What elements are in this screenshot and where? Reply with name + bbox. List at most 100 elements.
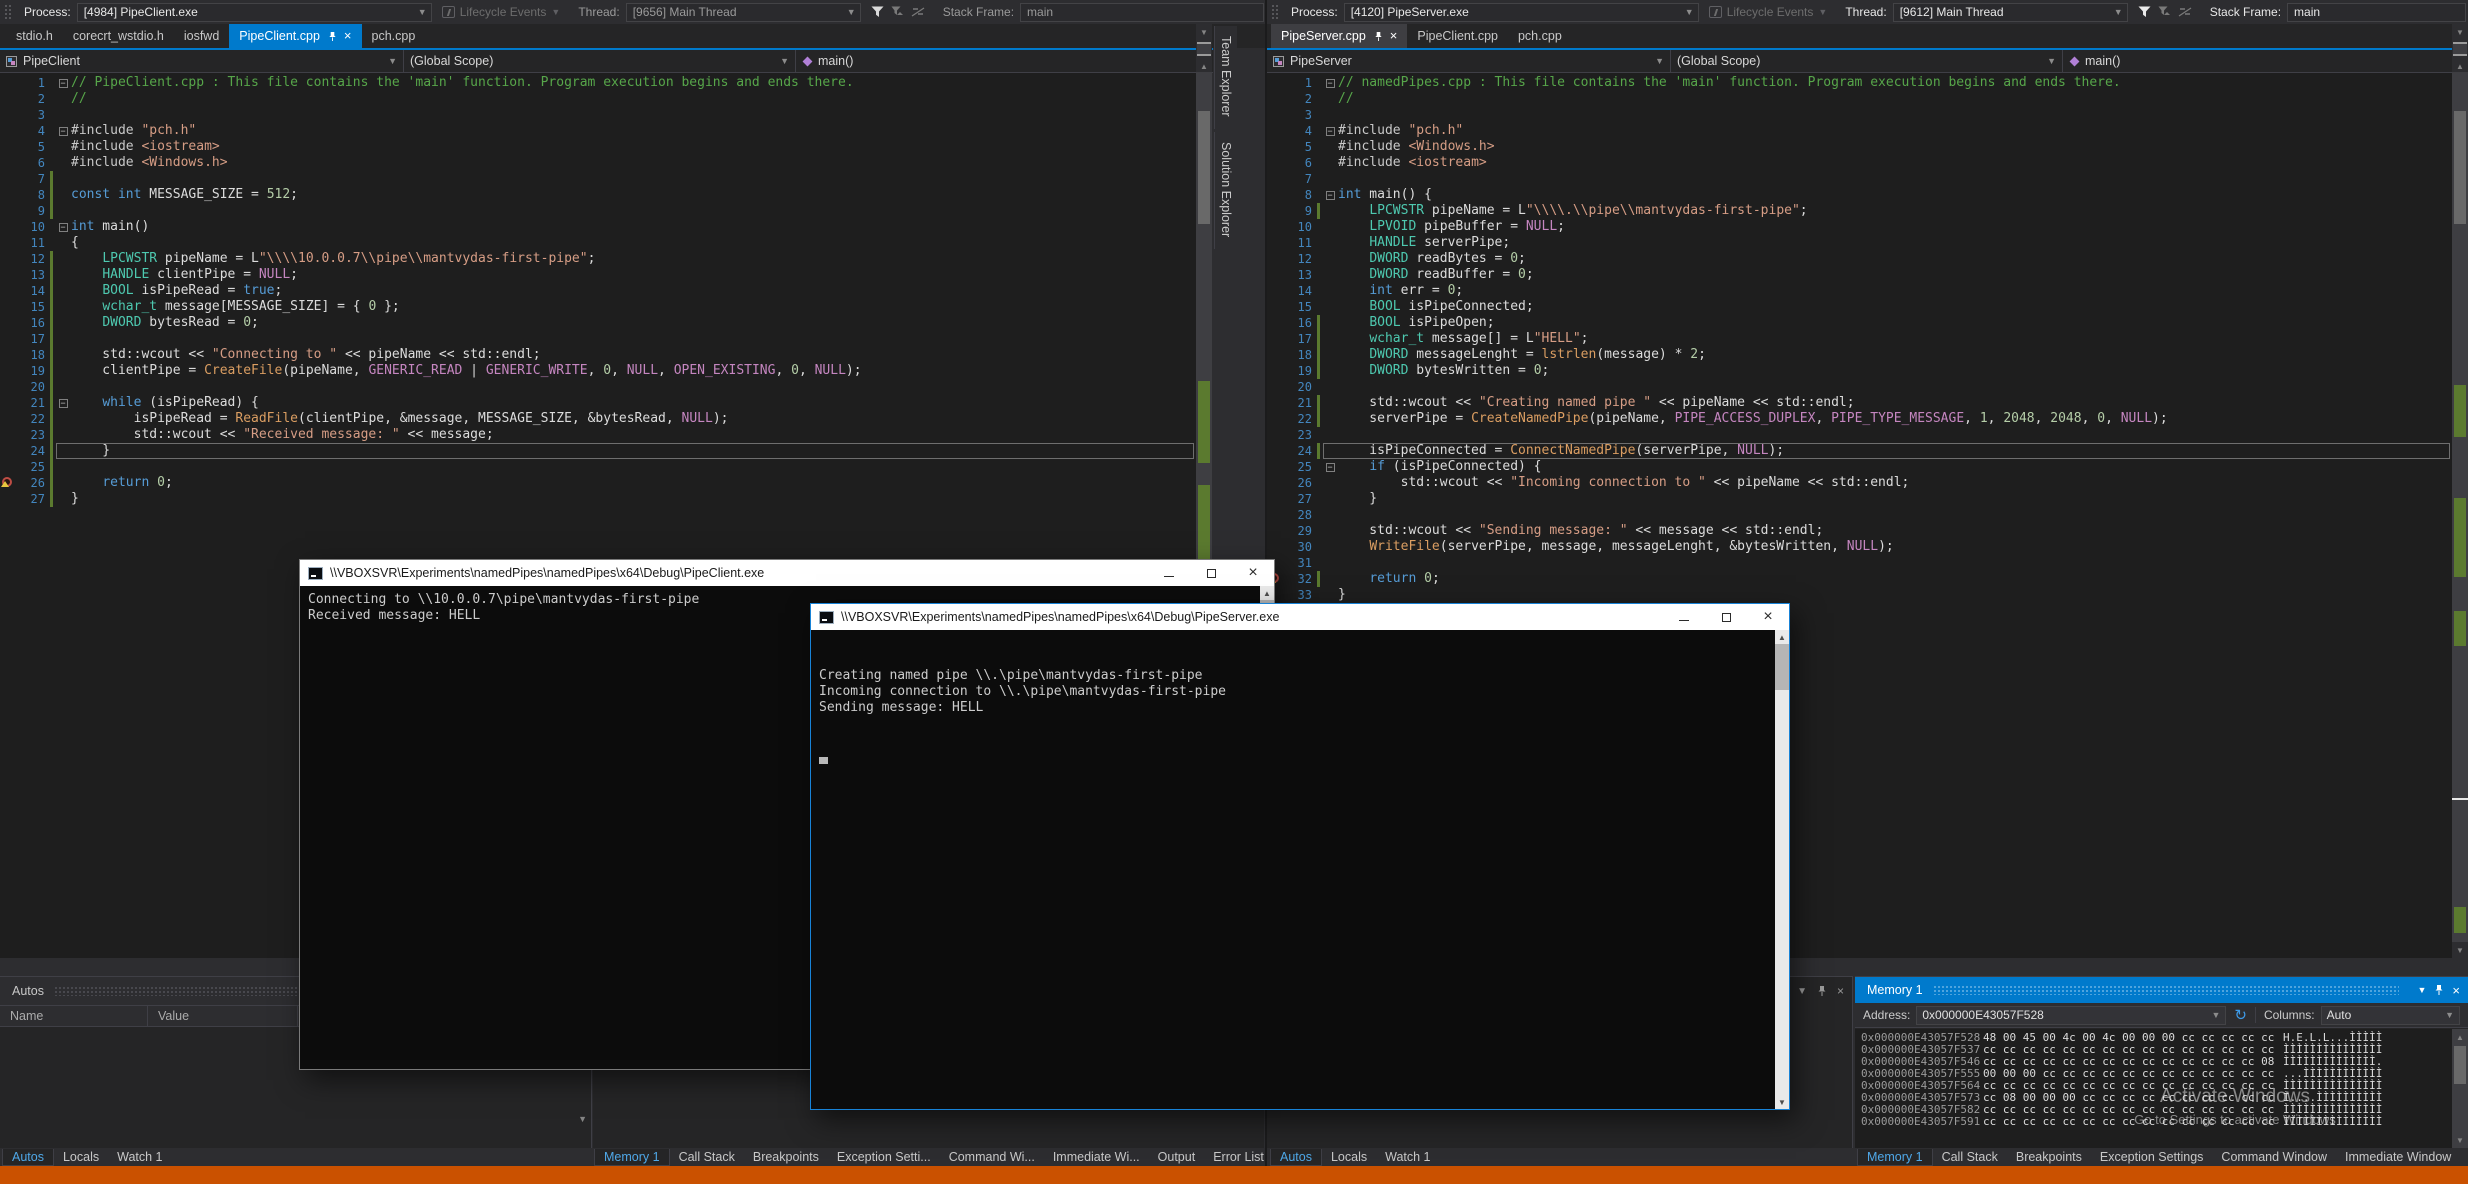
scroll-up-icon[interactable]: ▲ bbox=[1778, 630, 1786, 644]
scrollbar-thumb[interactable] bbox=[2454, 111, 2466, 224]
collapse-icon[interactable]: − bbox=[1326, 127, 1335, 136]
breakpoint-warning-icon[interactable] bbox=[2, 477, 12, 487]
filter-threads-icon[interactable] bbox=[871, 6, 884, 18]
pin-icon[interactable] bbox=[1817, 985, 1827, 997]
collapse-icon[interactable]: − bbox=[59, 79, 68, 88]
stack-frame-dropdown[interactable]: main bbox=[2287, 3, 2466, 22]
console-title-bar[interactable]: \\VBOXSVR\Experiments\namedPipes\namedPi… bbox=[300, 560, 1274, 586]
close-icon[interactable]: × bbox=[344, 30, 352, 42]
collapse-icon[interactable]: − bbox=[1326, 463, 1335, 472]
tool-tab-memory-1[interactable]: Memory 1 bbox=[594, 1149, 670, 1166]
type-dropdown[interactable]: PipeServer ▼ bbox=[1267, 50, 1671, 72]
scrollbar-track[interactable] bbox=[2452, 72, 2468, 942]
console-scrollbar[interactable]: ▲ ▼ bbox=[1775, 630, 1789, 1109]
tab-PipeServer.cpp[interactable]: PipeServer.cpp× bbox=[1271, 24, 1407, 48]
tab-stdio.h[interactable]: stdio.h bbox=[6, 24, 63, 48]
scroll-up-icon[interactable]: ▲ bbox=[2452, 1029, 2468, 1045]
tool-tab-breakpoints[interactable]: Breakpoints bbox=[744, 1149, 828, 1165]
tool-tab-call-stack[interactable]: Call Stack bbox=[1933, 1149, 2007, 1165]
scroll-up-icon[interactable]: ▲ bbox=[1263, 586, 1271, 600]
lifecycle-events-button[interactable]: Lifecycle Events ▼ bbox=[1709, 5, 1828, 19]
close-button[interactable]: × bbox=[1232, 560, 1274, 586]
minimize-button[interactable] bbox=[1663, 604, 1705, 630]
tool-tab-command-window[interactable]: Command Window bbox=[2212, 1149, 2336, 1165]
stack-frame-dropdown[interactable]: main bbox=[1020, 3, 1264, 22]
window-position-icon[interactable]: ▼ bbox=[1797, 986, 1807, 997]
collapse-icon[interactable]: − bbox=[59, 399, 68, 408]
editor-scrollbar[interactable]: ▼ ▲ ▼ bbox=[2452, 24, 2468, 958]
splitter-handle[interactable] bbox=[2453, 42, 2467, 56]
collapse-icon[interactable]: − bbox=[1326, 191, 1335, 200]
tool-tab-memory-1[interactable]: Memory 1 bbox=[1857, 1149, 1933, 1166]
toolbar-grip[interactable] bbox=[4, 4, 12, 20]
type-dropd own[interactable]: PipeClient ▼ bbox=[0, 50, 404, 72]
maximize-button[interactable] bbox=[1705, 604, 1747, 630]
reset-filter-icon[interactable] bbox=[891, 6, 904, 18]
collapse-icon[interactable]: − bbox=[59, 127, 68, 136]
reset-filter-icon[interactable] bbox=[2158, 6, 2171, 18]
tool-tab-error-list[interactable]: Error List bbox=[1204, 1149, 1273, 1165]
tool-tab-watch-1[interactable]: Watch 1 bbox=[108, 1149, 171, 1165]
scroll-down-icon[interactable]: ▼ bbox=[2452, 942, 2468, 958]
columns-dropdown[interactable]: Auto ▼ bbox=[2321, 1006, 2460, 1025]
tab-scroll-icon[interactable]: ▼ bbox=[2452, 24, 2468, 40]
collapse-icon[interactable]: − bbox=[1326, 79, 1335, 88]
flagged-threads-icon[interactable] bbox=[2178, 6, 2192, 18]
scrollbar-thumb[interactable] bbox=[2454, 1046, 2466, 1084]
close-icon[interactable]: × bbox=[2452, 983, 2460, 998]
scroll-down-icon[interactable]: ▼ bbox=[1778, 1095, 1786, 1109]
process-dropdown[interactable]: [4984] PipeClient.exe▼ bbox=[77, 3, 432, 22]
column-name[interactable]: Name bbox=[0, 1006, 148, 1026]
sidebar-tab-solution-explorer[interactable]: Solution Explorer bbox=[1214, 132, 1237, 249]
filter-threads-icon[interactable] bbox=[2138, 6, 2151, 18]
thread-dropdown[interactable]: [9612] Main Thread▼ bbox=[1893, 3, 2128, 22]
scrollbar-thumb[interactable] bbox=[1198, 111, 1210, 224]
tool-tab-immediate-window[interactable]: Immediate Window bbox=[2336, 1149, 2460, 1165]
refresh-icon[interactable]: ↻ bbox=[2234, 1006, 2247, 1024]
window-position-icon[interactable]: ▼ bbox=[2417, 985, 2426, 995]
close-button[interactable]: × bbox=[1747, 604, 1789, 630]
tool-tab-output[interactable]: Output bbox=[1149, 1149, 1205, 1165]
tool-tab-exception-setti-[interactable]: Exception Setti... bbox=[828, 1149, 940, 1165]
tool-tab-locals[interactable]: Locals bbox=[1322, 1149, 1376, 1165]
minimize-button[interactable] bbox=[1148, 560, 1190, 586]
scroll-down-icon[interactable]: ▼ bbox=[578, 1114, 587, 1124]
pin-icon[interactable] bbox=[328, 31, 337, 42]
tab-PipeClient.cpp[interactable]: PipeClient.cpp× bbox=[229, 24, 361, 48]
memory-scrollbar[interactable]: ▲ ▼ bbox=[2452, 1029, 2468, 1148]
column-value[interactable]: Value bbox=[148, 1006, 298, 1026]
memory-panel-title[interactable]: Memory 1 ▼ × bbox=[1855, 977, 2468, 1003]
process-dropdown[interactable]: [4120] PipeServer.exe▼ bbox=[1344, 3, 1699, 22]
splitter-handle[interactable] bbox=[1197, 42, 1211, 56]
tool-tab-call-stack[interactable]: Call Stack bbox=[670, 1149, 744, 1165]
tool-tab-exception-settings[interactable]: Exception Settings bbox=[2091, 1149, 2213, 1165]
address-input[interactable]: 0x000000E43057F528 ▼ bbox=[1916, 1006, 2226, 1025]
tab-PipeClient.cpp[interactable]: PipeClient.cpp bbox=[1407, 24, 1508, 48]
thread-dropdown[interactable]: [9656] Main Thread▼ bbox=[626, 3, 861, 22]
tool-tab-autos[interactable]: Autos bbox=[2, 1149, 54, 1166]
tab-pch.cpp[interactable]: pch.cpp bbox=[362, 24, 426, 48]
tool-tab-autos[interactable]: Autos bbox=[1270, 1149, 1322, 1166]
scope-dropdown[interactable]: (Global Scope) ▼ bbox=[1671, 50, 2063, 72]
tool-tab-locals[interactable]: Locals bbox=[54, 1149, 108, 1165]
pin-icon[interactable] bbox=[2434, 984, 2444, 996]
lifecycle-events-button[interactable]: Lifecycle Events ▼ bbox=[442, 5, 561, 19]
collapse-icon[interactable]: − bbox=[59, 223, 68, 232]
member-dropdown[interactable]: main() bbox=[2063, 50, 2452, 72]
scope-dropdown[interactable]: (Global Scope) ▼ bbox=[404, 50, 796, 72]
tab-scroll-icon[interactable]: ▼ bbox=[1196, 24, 1212, 40]
tool-tab-output[interactable]: Output bbox=[2460, 1149, 2468, 1165]
maximize-button[interactable] bbox=[1190, 560, 1232, 586]
console-title-bar[interactable]: \\VBOXSVR\Experiments\namedPipes\namedPi… bbox=[811, 604, 1789, 630]
scroll-down-icon[interactable]: ▼ bbox=[2452, 1132, 2468, 1148]
close-icon[interactable]: × bbox=[1837, 984, 1844, 998]
tool-tab-immediate-wi-[interactable]: Immediate Wi... bbox=[1044, 1149, 1149, 1165]
tool-tab-breakpoints[interactable]: Breakpoints bbox=[2007, 1149, 2091, 1165]
tab-corecrt_wstdio.h[interactable]: corecrt_wstdio.h bbox=[63, 24, 174, 48]
console-output[interactable]: Creating named pipe \\.\pipe\mantvydas-f… bbox=[811, 630, 1775, 1109]
toolbar-grip[interactable] bbox=[1271, 4, 1279, 20]
tool-tab-watch-1[interactable]: Watch 1 bbox=[1376, 1149, 1439, 1165]
member-dropdown[interactable]: main() bbox=[796, 50, 1213, 72]
close-icon[interactable]: × bbox=[1390, 30, 1398, 42]
sidebar-tab-team-explorer[interactable]: Team Explorer bbox=[1214, 26, 1237, 129]
